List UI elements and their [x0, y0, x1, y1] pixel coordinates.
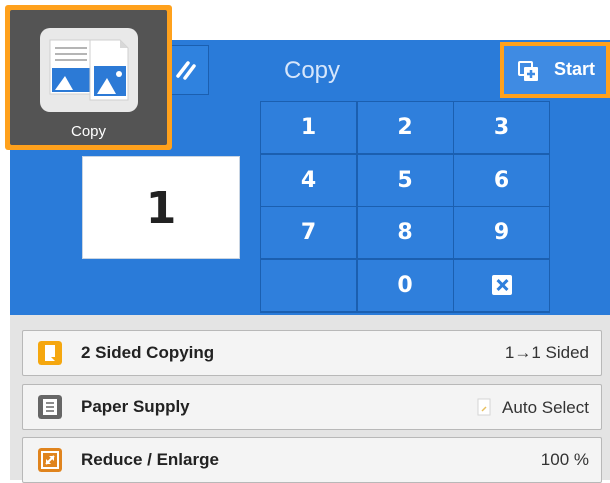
paper-tray-icon [477, 398, 491, 416]
clear-icon [491, 275, 512, 295]
feature-label: Reduce / Enlarge [81, 450, 219, 469]
two-sided-copy-icon [38, 341, 62, 365]
copy-app-label: Copy [70, 123, 107, 140]
paper-supply-value: Auto Select [502, 398, 589, 417]
key-0[interactable]: 0 [357, 259, 453, 311]
reset-icon [176, 61, 196, 80]
key-2[interactable]: 2 [357, 102, 453, 153]
numeric-keypad: 1 2 3 4 5 6 7 8 9 0 [260, 101, 550, 313]
key-4[interactable]: 4 [261, 154, 356, 206]
key-5[interactable]: 5 [357, 154, 453, 206]
feature-value: 1→1 Sided [504, 343, 589, 362]
key-9[interactable]: 9 [454, 207, 549, 258]
paper-supply-icon [38, 395, 62, 419]
start-highlight [500, 42, 610, 98]
copy-app-tile[interactable]: Copy [5, 5, 172, 150]
feature-reduce-enlarge[interactable]: Reduce / Enlarge 100 % [22, 437, 602, 483]
page-title: Copy [284, 57, 341, 84]
key-1[interactable]: 1 [261, 102, 356, 153]
feature-two-sided-copying[interactable]: 2 Sided Copying 1→1 Sided [22, 330, 602, 376]
clear-key[interactable] [454, 259, 549, 311]
key-blank [261, 259, 356, 311]
feature-label: Paper Supply [81, 397, 190, 416]
key-7[interactable]: 7 [261, 207, 356, 258]
reduce-enlarge-icon [38, 448, 62, 472]
key-3[interactable]: 3 [454, 102, 549, 153]
feature-paper-supply[interactable]: Paper Supply Auto Select [22, 384, 602, 430]
feature-label: 2 Sided Copying [81, 343, 215, 362]
feature-value: 100 % [540, 450, 589, 469]
key-6[interactable]: 6 [454, 154, 549, 206]
quantity-display[interactable]: 1 [82, 156, 240, 259]
copy-app-tile-inner[interactable]: Copy [10, 10, 167, 145]
key-8[interactable]: 8 [357, 207, 453, 258]
feature-value: Auto Select [476, 397, 589, 418]
copy-app-icon [40, 28, 138, 112]
